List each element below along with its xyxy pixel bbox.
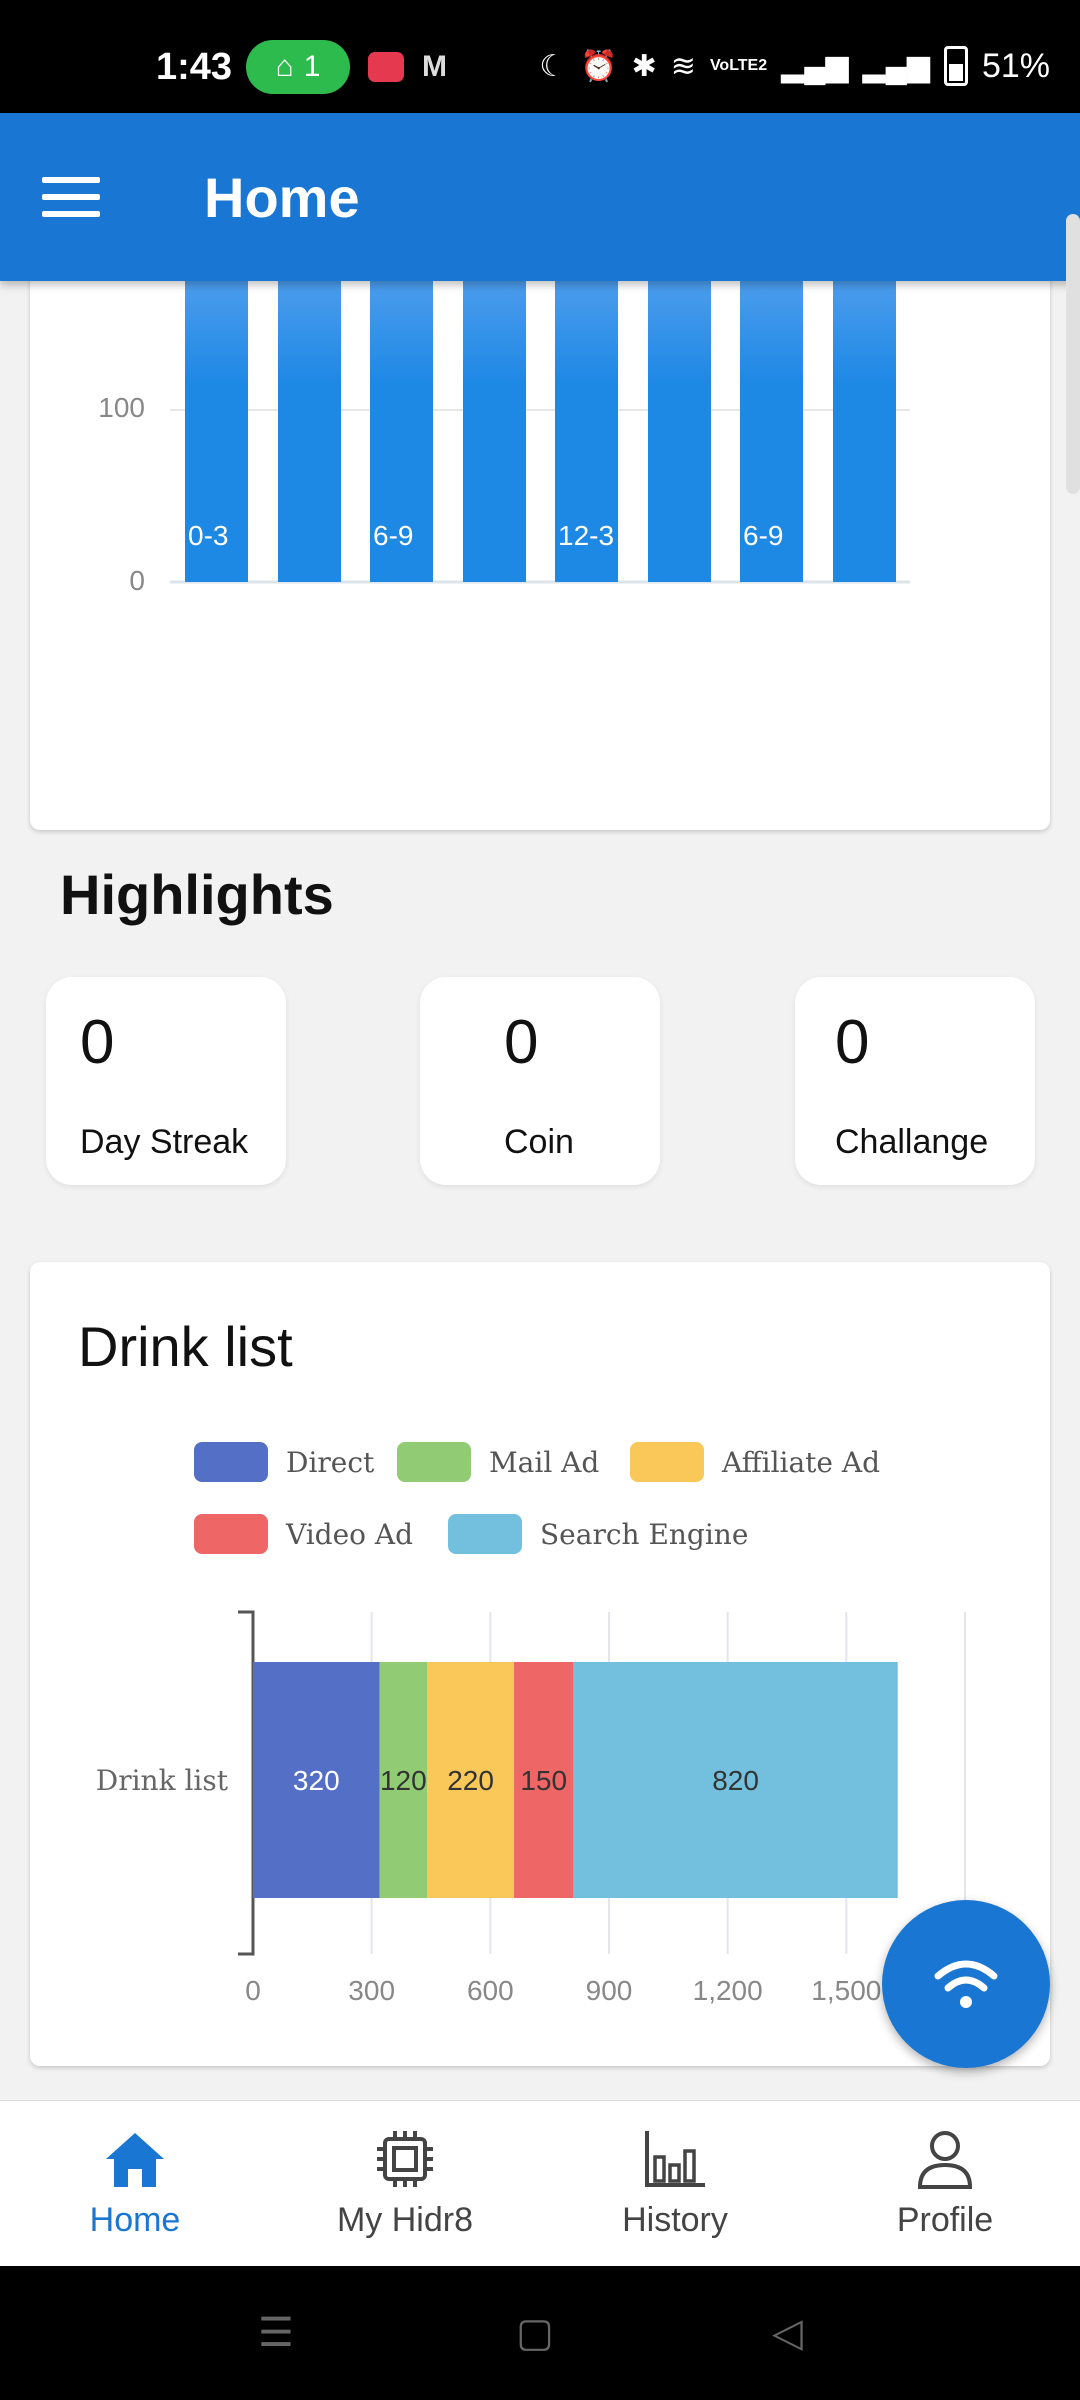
usage-bar-label: 6-9: [743, 520, 784, 551]
nav-profile[interactable]: Profile: [835, 2129, 1055, 2240]
nav-history[interactable]: History: [565, 2129, 785, 2240]
chip-icon: [377, 2131, 433, 2187]
back-icon[interactable]: ◁: [772, 2310, 803, 2356]
nav-history-label: History: [622, 2201, 728, 2239]
usage-bar: [832, 250, 896, 582]
x-tick-label: 300: [348, 1975, 395, 2006]
alarm-icon: ⏰: [580, 49, 618, 83]
day-streak-value: 0: [80, 1008, 115, 1077]
usage-bar: [647, 250, 711, 582]
page-title: Home: [204, 166, 360, 229]
nav-home[interactable]: Home: [25, 2129, 245, 2240]
coin-value: 0: [504, 1008, 539, 1077]
coin-label: Coin: [504, 1123, 574, 1161]
challenge-card[interactable]: 0 Challange: [795, 977, 1035, 1185]
x-tick-label: 600: [467, 1975, 514, 2006]
usage-bar: [462, 250, 526, 582]
day-streak-card[interactable]: 0 Day Streak: [46, 977, 286, 1185]
status-bar: 1:43 ⌂ 1 M ☾ ⏰ ✱ ≋ VoLTE2 ▂▄▆ ▂▄▆ 51%: [0, 0, 1080, 113]
notification-icons: M: [368, 52, 456, 82]
y-category-label: Drink list: [96, 1764, 229, 1797]
usage-bar-label: 6-9: [373, 520, 414, 551]
x-tick-label: 900: [586, 1975, 633, 2006]
wifi-connect-button[interactable]: [882, 1900, 1050, 2068]
status-right-icons: ☾ ⏰ ✱ ≋ VoLTE2 ▂▄▆ ▂▄▆ 51%: [539, 46, 1050, 86]
signal-2-icon: ▂▄▆: [862, 49, 930, 83]
y-tick-100: 100: [98, 392, 145, 423]
signal-icon: ▂▄▆: [781, 49, 849, 83]
wifi-icon: [934, 1960, 998, 2008]
usage-chart: [170, 409, 910, 584]
home-icon: [106, 2133, 164, 2187]
bar-value-label: 120: [380, 1765, 427, 1796]
x-tick-label: 0: [245, 1975, 261, 2006]
challenge-value: 0: [835, 1008, 870, 1077]
day-streak-label: Day Streak: [80, 1123, 249, 1161]
usage-bar-label: 12-3: [558, 520, 615, 551]
system-nav-bar: ☰ ▢ ◁: [0, 2266, 1080, 2400]
bottom-navigation: Home My Hidr8 History Profile: [0, 2100, 1080, 2267]
x-tick-label: 1,200: [693, 1975, 763, 2006]
person-icon: [917, 2131, 973, 2189]
volte-label: VoLTE2: [709, 57, 768, 74]
wifi-icon: ≋: [670, 49, 696, 83]
dnd-moon-icon: ☾: [539, 49, 567, 83]
bar-value-label: 220: [447, 1765, 494, 1796]
bar-chart-icon: [645, 2131, 705, 2187]
usage-chart-card: 100 0 0-3 6-9 12-3 6-9: [30, 250, 1050, 830]
bar-value-label: 150: [520, 1765, 567, 1796]
coin-card[interactable]: 0 Coin: [420, 977, 660, 1185]
x-tick-label: 1,500: [811, 1975, 881, 2006]
recents-icon[interactable]: ☰: [258, 2310, 294, 2356]
bar-value-label: 320: [293, 1765, 340, 1796]
hotspot-indicator: ⌂ 1: [246, 40, 350, 94]
bluetooth-icon: ✱: [631, 49, 657, 83]
highlights-title: Highlights: [60, 863, 334, 926]
nav-home-label: Home: [89, 2201, 181, 2239]
usage-bar-label: 0-3: [188, 520, 229, 551]
battery-icon: [943, 46, 968, 86]
menu-icon[interactable]: [42, 177, 100, 217]
nav-profile-label: Profile: [896, 2201, 994, 2239]
status-time: 1:43: [156, 46, 233, 88]
challenge-label: Challange: [835, 1123, 989, 1161]
y-tick-0: 0: [129, 565, 145, 596]
bar-value-label: 820: [712, 1765, 759, 1796]
scrollbar-thumb[interactable]: [1066, 214, 1080, 494]
hotspot-count: 1: [303, 50, 321, 83]
usage-bar: [277, 250, 341, 582]
nav-my-hidr8[interactable]: My Hidr8: [295, 2129, 515, 2240]
gmail-icon: M: [422, 50, 447, 83]
y-axis-line: [238, 1610, 255, 1956]
screen-record-icon: [368, 52, 404, 82]
hotspot-icon: ⌂: [275, 50, 294, 83]
home-button-icon[interactable]: ▢: [516, 2310, 554, 2356]
app-bar: Home: [0, 113, 1080, 281]
battery-percent: 51%: [981, 46, 1050, 85]
nav-my-hidr8-label: My Hidr8: [336, 2201, 474, 2239]
